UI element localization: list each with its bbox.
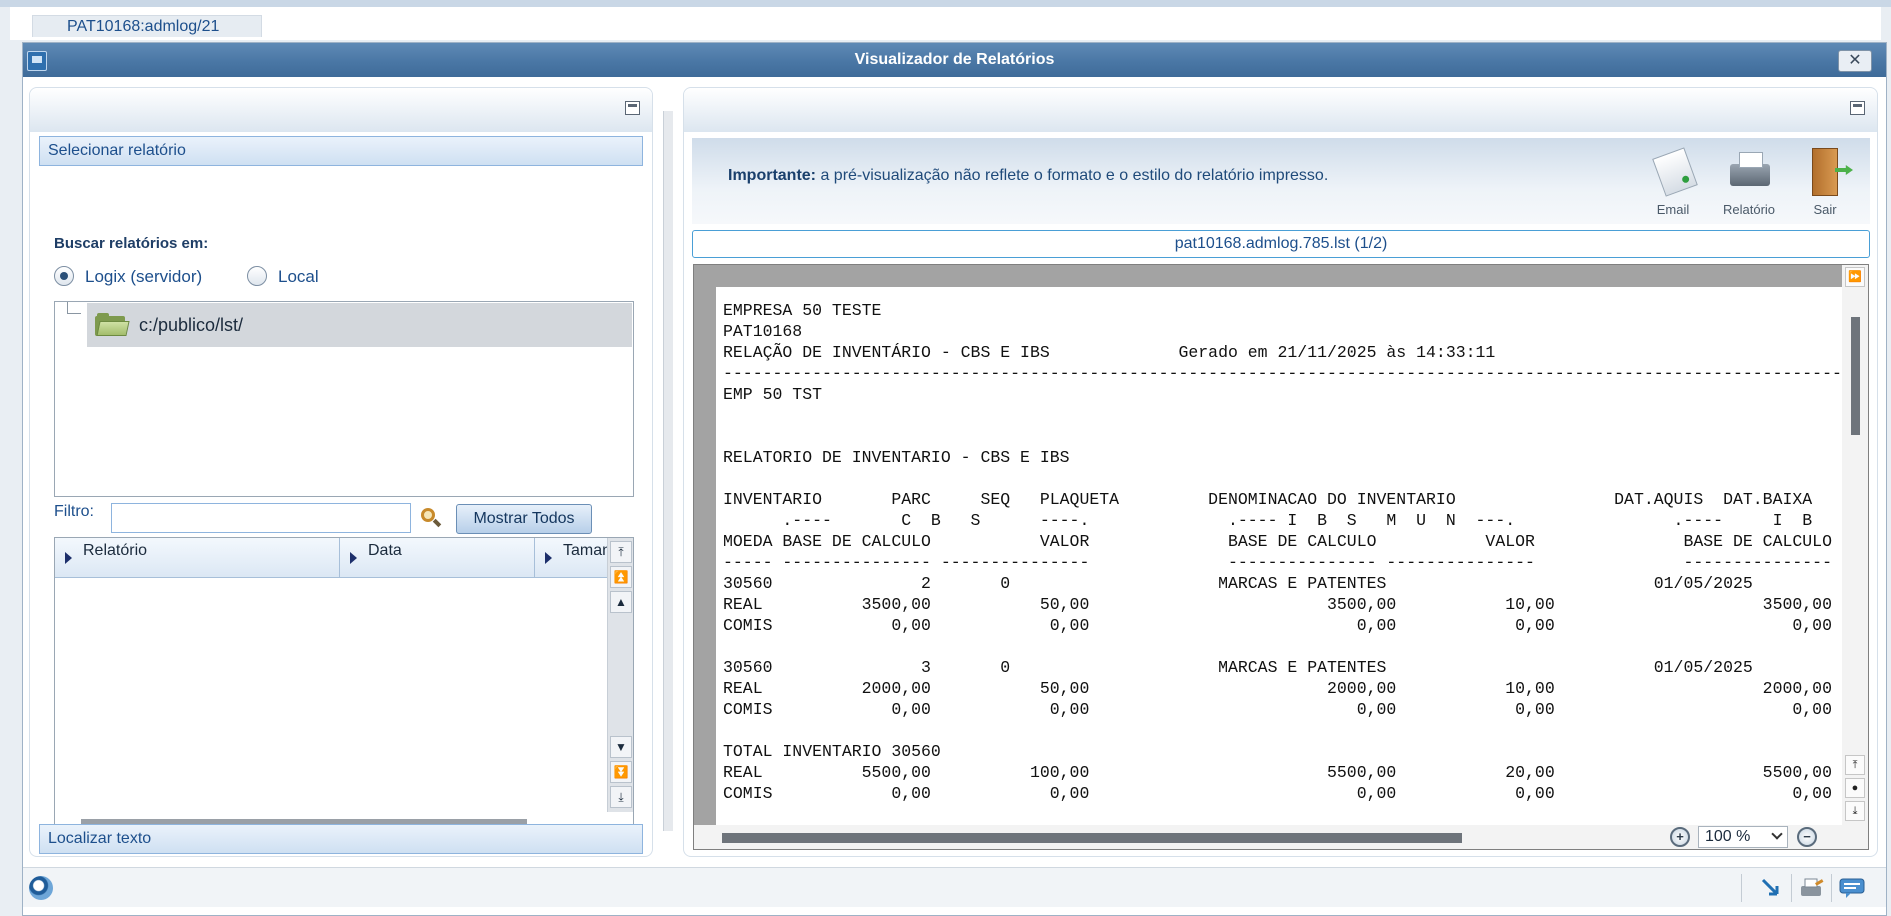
tree-node-folder[interactable]: c:/publico/lst/	[87, 303, 632, 347]
radio-checked-icon	[54, 266, 74, 286]
scroll-top-icon[interactable]: ⤒	[610, 541, 632, 563]
notice-banner: Importante: a pré-visualização não refle…	[692, 138, 1870, 224]
section-select-report[interactable]: Selecionar relatório	[39, 136, 643, 166]
notice-text: a pré-visualização não reflete o formato…	[816, 167, 1329, 184]
right-panel: Importante: a pré-visualização não refle…	[683, 87, 1878, 857]
exit-button[interactable]: Sair	[1792, 146, 1858, 218]
report-label: Relatório	[1722, 202, 1776, 217]
pane-splitter[interactable]	[663, 111, 673, 831]
chat-icon[interactable]	[1838, 877, 1865, 899]
page-up-icon[interactable]: ⏫	[610, 566, 632, 588]
title-bar: Visualizador de Relatórios ✕	[23, 43, 1886, 77]
sort-arrow-icon	[65, 552, 72, 564]
tree-connector	[67, 302, 81, 314]
section-find-text[interactable]: Localizar texto	[39, 824, 643, 854]
window-title: Visualizador de Relatórios	[854, 51, 1055, 68]
report-viewer-window: Visualizador de Relatórios ✕ Selecionar …	[22, 42, 1887, 916]
resize-arrow-icon[interactable]	[1759, 877, 1783, 899]
printer-settings-icon[interactable]	[1799, 877, 1824, 899]
sort-arrow-icon	[350, 552, 357, 564]
zoom-in-icon[interactable]: +	[1670, 827, 1690, 847]
status-bar	[23, 867, 1886, 907]
divider	[1791, 874, 1792, 902]
radio-unchecked-icon	[247, 266, 267, 286]
minimize-icon[interactable]	[1850, 101, 1865, 115]
column-size[interactable]: Tamanho	[535, 538, 607, 578]
divider	[1831, 874, 1832, 902]
right-panel-header	[684, 88, 1877, 132]
scroll-center-icon[interactable]: ●	[1845, 778, 1865, 798]
show-all-button[interactable]: Mostrar Todos	[456, 504, 592, 534]
minimize-icon[interactable]	[625, 101, 640, 115]
report-page: EMPRESA 50 TESTE PAT10168 RELAÇÃO DE INV…	[716, 287, 1846, 825]
email-button[interactable]: Email	[1640, 146, 1706, 218]
next-page-icon[interactable]: ⏩	[1845, 267, 1865, 287]
zoom-select[interactable]: 100 %	[1698, 826, 1788, 848]
page-down-icon[interactable]: ⏬	[610, 761, 632, 783]
preview-vertical-scrollbar[interactable]: ⏩ ⤒ ● ⤓	[1842, 265, 1868, 827]
tab-program[interactable]: PAT10168:admlog/21	[32, 15, 262, 37]
chevron-down-icon	[1771, 828, 1783, 840]
exit-door-icon	[1812, 148, 1838, 196]
folder-path: c:/publico/lst/	[139, 315, 244, 335]
print-report-button[interactable]: Relatório	[1716, 146, 1782, 218]
radio-label: Logix (servidor)	[85, 267, 203, 286]
column-label: Relatório	[83, 542, 148, 559]
search-in-label: Buscar relatórios em:	[54, 235, 209, 252]
folder-tree: c:/publico/lst/	[54, 301, 634, 497]
left-panel-header	[30, 88, 652, 132]
preview-notice: Importante: a pré-visualização não refle…	[728, 167, 1328, 185]
scroll-bottom-icon[interactable]: ⤓	[1845, 801, 1865, 821]
exit-label: Sair	[1813, 202, 1837, 217]
left-panel: Selecionar relatório Buscar relatórios e…	[29, 87, 653, 857]
grid-header: Relatório Data Tamanho	[55, 538, 607, 578]
search-icon[interactable]	[418, 506, 442, 530]
zoom-value: 100 %	[1705, 828, 1751, 845]
filter-input[interactable]	[111, 503, 411, 533]
preview-horizontal-scrollbar: + 100 % −	[694, 825, 1868, 849]
column-date[interactable]: Data	[340, 538, 535, 578]
scroll-up-icon[interactable]: ▲	[610, 591, 632, 613]
reports-grid: Relatório Data Tamanho ⤒ ⏫ ▲ ▼ ⏬ ⤓	[54, 537, 634, 837]
email-icon	[1652, 147, 1698, 197]
top-strip	[0, 0, 1891, 7]
email-label: Email	[1656, 202, 1690, 217]
report-file-name: pat10168.admlog.785.lst (1/2)	[692, 230, 1870, 258]
folder-icon	[95, 313, 130, 337]
scroll-bottom-icon[interactable]: ⤓	[610, 786, 632, 808]
sort-arrow-icon	[545, 552, 552, 564]
scroll-top-icon[interactable]: ⤒	[1845, 755, 1865, 775]
divider	[1741, 874, 1742, 902]
column-report[interactable]: Relatório	[55, 538, 340, 578]
tab-bar: PAT10168:admlog/21	[10, 7, 1881, 40]
column-label: Data	[368, 542, 402, 559]
app-logo-icon	[29, 876, 53, 900]
scroll-down-icon[interactable]: ▼	[610, 736, 632, 758]
filter-label: Filtro:	[54, 503, 94, 520]
radio-logix-server[interactable]: Logix (servidor)	[54, 266, 234, 288]
scroll-thumb[interactable]	[722, 833, 1462, 843]
close-button[interactable]: ✕	[1838, 50, 1872, 72]
notice-bold: Importante:	[728, 167, 816, 184]
scroll-thumb[interactable]	[1851, 317, 1860, 435]
printer-icon	[1730, 152, 1770, 186]
report-content: EMPRESA 50 TESTE PAT10168 RELAÇÃO DE INV…	[723, 301, 1846, 803]
grid-vertical-scrollbar[interactable]: ⤒ ⏫ ▲ ▼ ⏬ ⤓	[607, 538, 633, 812]
radio-label: Local	[278, 267, 319, 286]
radio-local[interactable]: Local	[247, 266, 337, 288]
column-label: Tamanho	[563, 542, 607, 559]
report-preview: EMPRESA 50 TESTE PAT10168 RELAÇÃO DE INV…	[693, 264, 1869, 850]
zoom-out-icon[interactable]: −	[1797, 827, 1817, 847]
